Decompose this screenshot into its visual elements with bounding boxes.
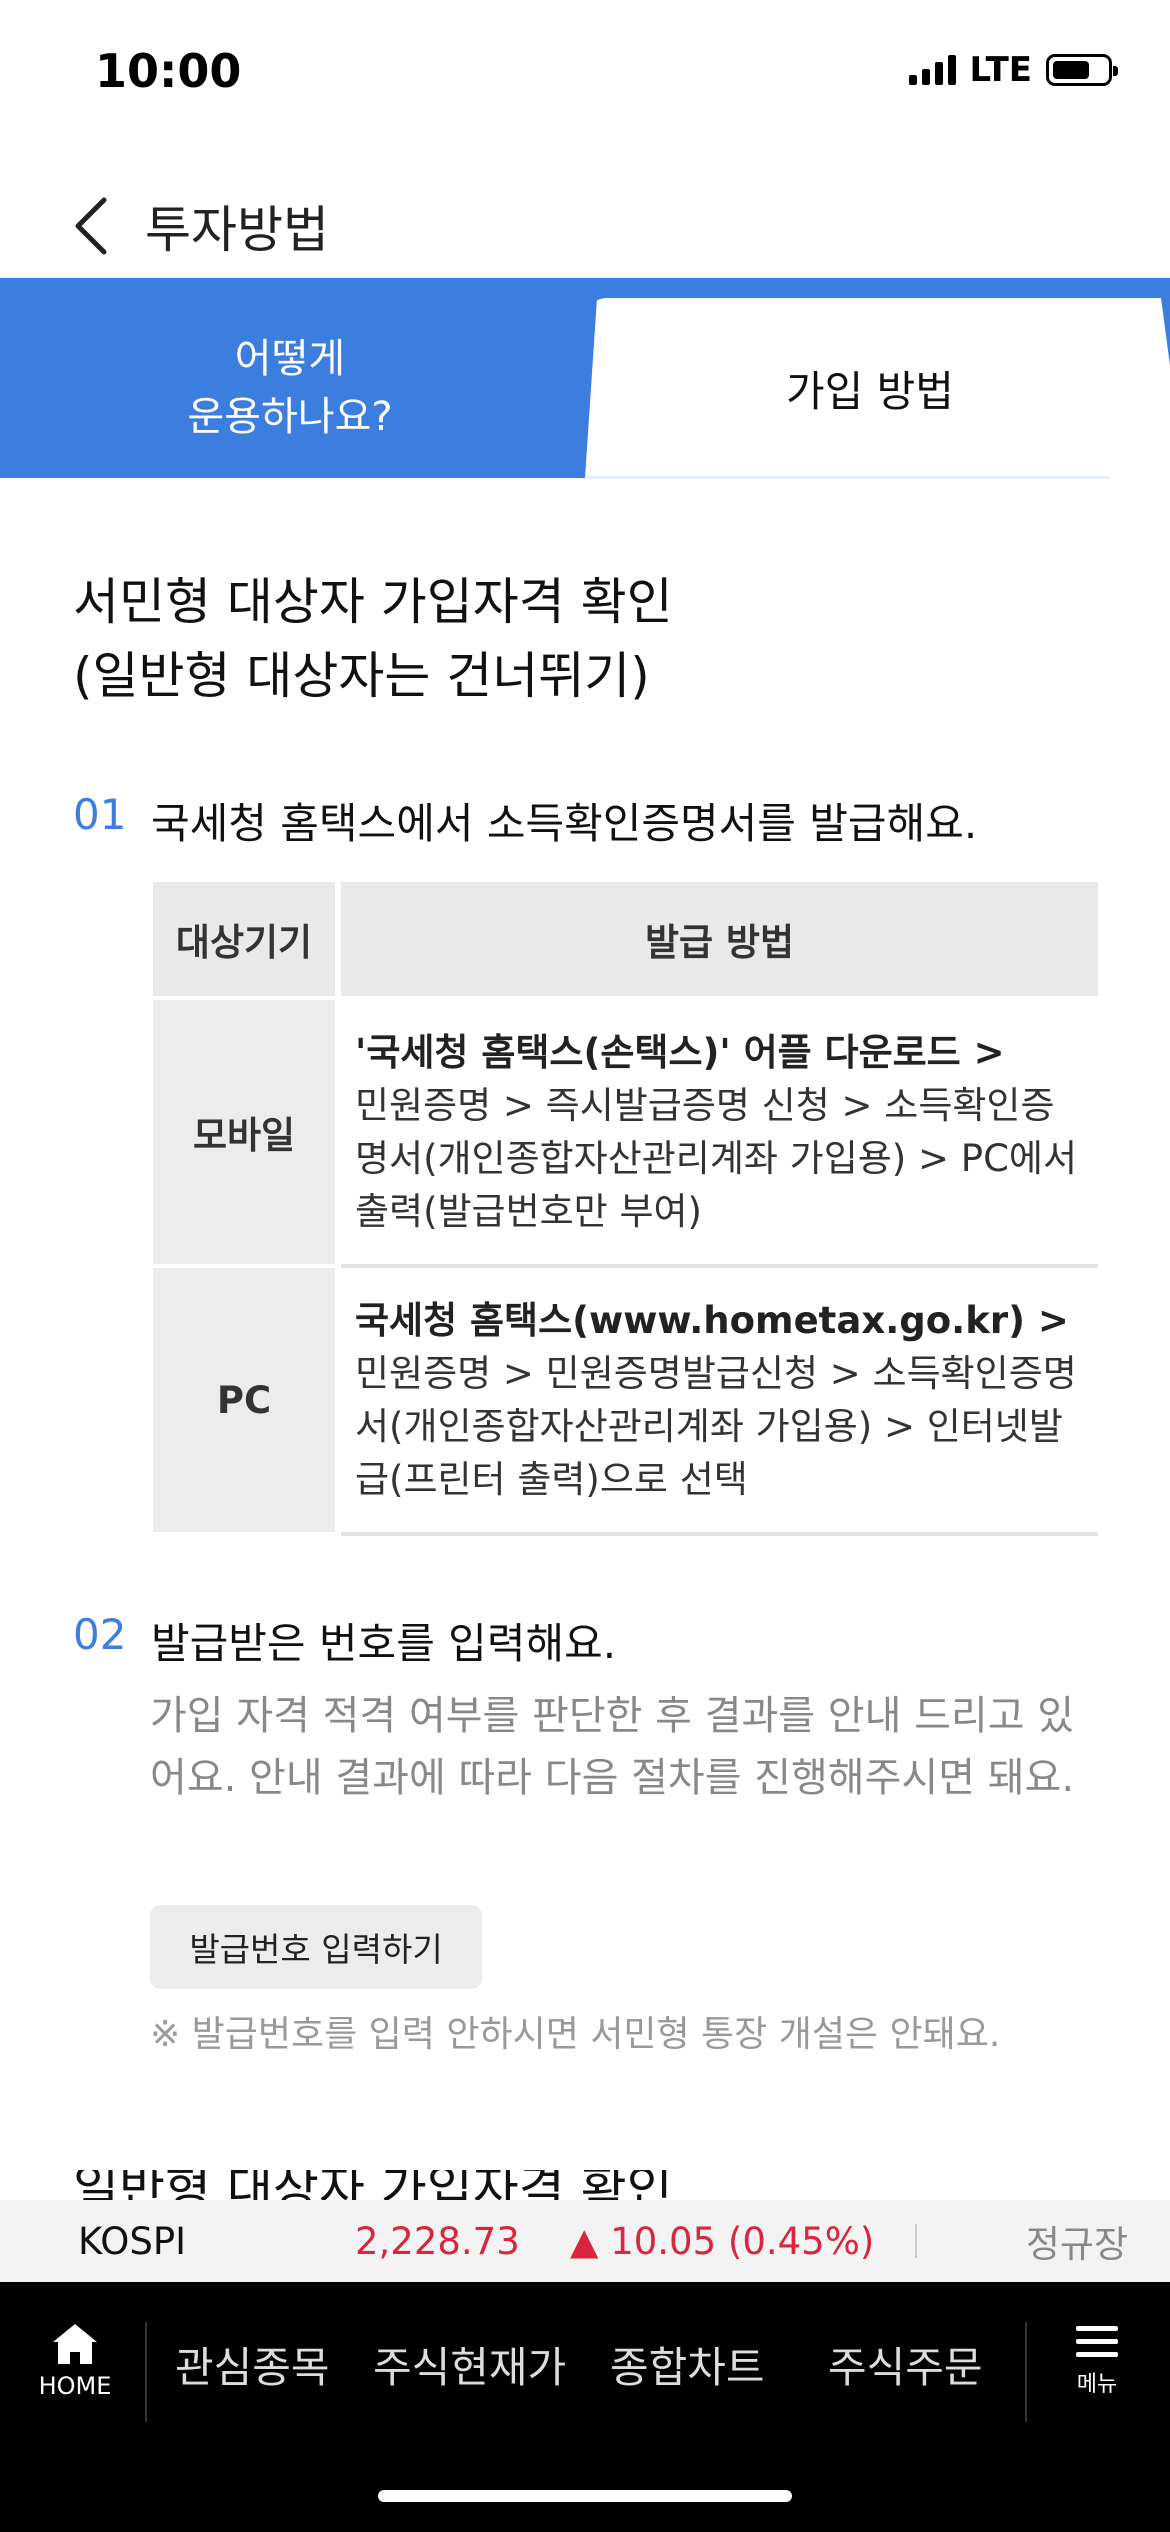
battery-icon [1046,54,1118,86]
issue-method-table: 대상기기 발급 방법 모바일 '국세청 홈택스(손택스)' 어플 다운로드 > … [153,882,1098,1536]
signal-icon [908,55,956,85]
step-02: 02 발급받은 번호를 입력해요. [73,1610,616,1671]
table-header-device: 대상기기 [153,882,341,1000]
ticker-change: ▲ 10.05 (0.45%) [570,2219,875,2263]
step-text: 국세청 홈택스에서 소득확인증명서를 발급해요. [151,799,978,848]
home-label: HOME [38,2372,112,2400]
method-bold-text: '국세청 홈택스(손택스)' 어플 다운로드 > [355,1031,1005,1074]
page-header: 투자방법 [0,170,1170,280]
status-time: 10:00 [95,44,242,98]
section-title: 서민형 대상자 가입자격 확인 (일반형 대상자는 건너뛰기) [73,573,673,705]
network-label: LTE [969,50,1032,90]
nav-divider [145,2322,147,2422]
nav-item-current-price[interactable]: 주식현재가 [373,2334,566,2395]
step-text: 발급받은 번호를 입력해요. [151,1619,617,1668]
ticker-session: 정규장 [1025,2223,1128,2266]
table-header-row: 대상기기 발급 방법 [153,882,1098,1000]
table-cell-device: PC [153,1266,341,1536]
menu-label: 메뉴 [1076,2372,1118,2397]
page-title: 투자방법 [145,201,329,259]
home-button[interactable]: HOME [30,2322,120,2422]
status-indicators: LTE [908,50,1118,90]
step-number: 02 [73,1610,127,1659]
table-header-method: 발급 방법 [338,882,1098,1000]
menu-button[interactable]: 메뉴 [1062,2322,1132,2422]
next-section-title: 일반형 대상자 가입자격 확인 [73,2170,673,2200]
index-ticker[interactable]: KOSPI 2,228.73 ▲ 10.05 (0.45%) 정규장 [0,2200,1170,2282]
next-section-title-text: 일반형 대상자 가입자격 확인 [73,2170,673,2200]
step-number: 01 [73,790,127,839]
chevron-left-icon [75,197,107,255]
step-description: 가입 자격 적격 여부를 판단한 후 결과를 안내 드리고 있어요. 안내 결과… [150,1693,1075,1801]
table-cell-method: '국세청 홈택스(손택스)' 어플 다운로드 > 민원증명 > 즉시발급증명 신… [338,998,1098,1268]
table-cell-device: 모바일 [153,998,341,1268]
enter-issue-number-button[interactable]: 발급번호 입력하기 [150,1905,482,1989]
ticker-value: 2,228.73 [355,2219,520,2263]
method-text: 민원증명 > 즉시발급증명 신청 > 소득확인증명서(개인종합자산관리계좌 가입… [355,1084,1077,1233]
tab-how-it-works-label: 어떻게 운용하나요? [187,336,393,440]
home-indicator [378,2490,792,2502]
ticker-divider [915,2224,917,2258]
tab-divider [585,476,1110,479]
table-cell-method: 국세청 홈택스(www.hometax.go.kr) > 민원증명 > 민원증명… [338,1266,1098,1536]
home-icon [53,2324,97,2364]
hamburger-menu-icon [1076,2326,1118,2357]
ticker-index-name: KOSPI [78,2219,187,2263]
tab-how-to-join-label: 가입 방법 [786,366,954,416]
nav-item-chart[interactable]: 종합차트 [610,2334,765,2395]
method-bold-text: 국세청 홈택스(www.hometax.go.kr) > [355,1299,1069,1342]
tab-how-to-join[interactable]: 가입 방법 [585,298,1170,478]
nav-item-order[interactable]: 주식주문 [828,2334,983,2395]
table-row: 모바일 '국세청 홈택스(손택스)' 어플 다운로드 > 민원증명 > 즉시발급… [153,998,1098,1268]
table-row: PC 국세청 홈택스(www.hometax.go.kr) > 민원증명 > 민… [153,1266,1098,1536]
nav-divider [1025,2322,1027,2422]
nav-item-watchlist[interactable]: 관심종목 [175,2334,330,2395]
note-text: ※ 발급번호를 입력 안하시면 서민형 통장 개설은 안돼요. [150,2014,1001,2055]
status-bar: 10:00 LTE [0,0,1170,150]
tab-how-it-works[interactable]: 어떻게 운용하나요? [0,298,580,478]
method-text: 민원증명 > 민원증명발급신청 > 소득확인증명서(개인종합자산관리계좌 가입용… [355,1352,1077,1501]
tab-bar: 어떻게 운용하나요? 가입 방법 [0,278,1170,478]
back-button[interactable] [66,196,126,256]
step-01: 01 국세청 홈택스에서 소득확인증명서를 발급해요. [73,790,977,851]
